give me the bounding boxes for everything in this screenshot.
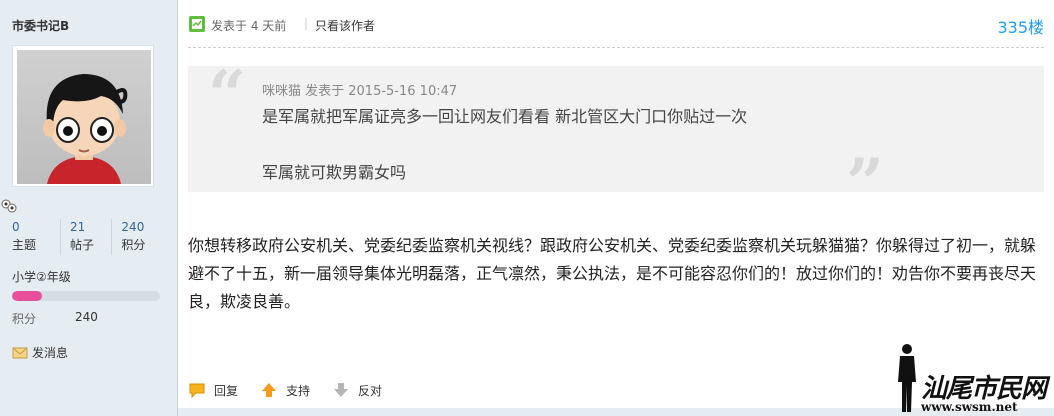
send-message-label: 发消息 [32, 346, 69, 360]
quote-text-line: 是军属就把军属证亮多一回让网友们看看 新北管区大门口你贴过一次 [262, 107, 748, 126]
watermark-url: www.swsm.net [921, 400, 1018, 414]
stat-threads-value: 0 [12, 220, 20, 234]
score-label: 积分 [12, 312, 37, 326]
reply-icon [189, 383, 205, 399]
post-body: 你想转移政府公安机关、党委纪委监察机关视线？跟政府公安机关、党委纪委监察机关玩躲… [188, 236, 1037, 311]
author-panel: 市委书记B 0 主题 21 帖子 240 积分 小学②年级 积分 240 发消息 [0, 0, 178, 416]
post-actions: 回复 支持 反对 [188, 380, 404, 400]
only-author-link[interactable]: 只看该作者 [315, 17, 375, 34]
quote-text-line: 军属就可欺男霸女吗 [262, 163, 407, 182]
post-header: 发表于 4 天前 | 只看该作者 335楼 [188, 14, 1044, 38]
post-status-icon [189, 16, 205, 32]
oppose-button[interactable]: 反对 [332, 381, 382, 399]
quote-meta: 咪咪猫 发表于 2015-5-16 10:47 [262, 84, 458, 99]
site-watermark: 汕尾市民网 www.swsm.net [888, 342, 1054, 416]
author-name[interactable]: 市委书记B [12, 17, 69, 34]
quote-block: “ 咪咪猫 发表于 2015-5-16 10:47 是军属就把军属证亮多一回让网… [188, 62, 1044, 216]
level-progress-fill [12, 291, 42, 301]
stat-posts-label: 帖子 [69, 238, 94, 252]
stat-threads[interactable]: 0 主题 [12, 219, 61, 255]
silhouette-logo-icon [898, 344, 916, 412]
header-separator: | [304, 16, 309, 30]
thumbs-down-arrow-icon [334, 383, 349, 397]
avatar[interactable] [12, 45, 154, 187]
level-progress-bar [12, 291, 160, 301]
posted-time: 发表于 4 天前 [211, 19, 287, 33]
open-quote-icon: “ [208, 56, 246, 134]
send-message-link[interactable]: 发消息 [12, 344, 68, 361]
thumbs-up-arrow-icon [262, 383, 277, 397]
stat-credits-label: 积分 [121, 238, 146, 252]
stat-posts-value: 21 [69, 220, 86, 234]
score-row: 积分 240 [12, 310, 162, 327]
avatar-image [17, 50, 151, 184]
reply-label: 回复 [214, 383, 239, 398]
support-button[interactable]: 支持 [260, 381, 310, 399]
user-level[interactable]: 小学②年级 [12, 268, 71, 285]
author-stats: 0 主题 21 帖子 240 积分 [12, 219, 162, 255]
stat-credits[interactable]: 240 积分 [112, 219, 162, 255]
offline-status-icon [1, 199, 17, 213]
reply-button[interactable]: 回复 [188, 381, 238, 399]
score-value: 240 [75, 310, 98, 324]
close-quote-icon: ” [846, 144, 884, 222]
floor-number[interactable]: 335楼 [997, 14, 1044, 38]
stat-posts[interactable]: 21 帖子 [61, 219, 113, 255]
stat-credits-value: 240 [121, 220, 145, 234]
support-label: 支持 [286, 383, 311, 398]
header-divider [188, 47, 1044, 48]
envelope-icon [12, 347, 28, 358]
stat-threads-label: 主题 [12, 238, 37, 252]
oppose-label: 反对 [358, 383, 383, 398]
